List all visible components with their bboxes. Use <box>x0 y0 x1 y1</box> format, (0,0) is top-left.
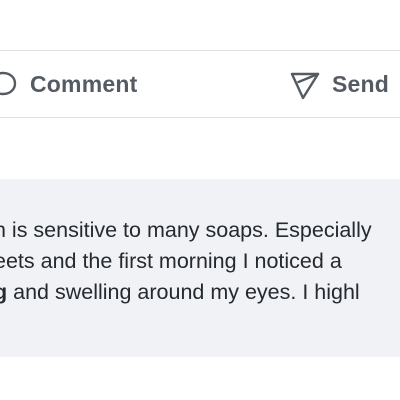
post-viewport: Comment Send n is sensitive to many soap… <box>0 0 400 400</box>
review-line-text: eets and the first morning I noticed a <box>0 249 342 273</box>
review-line: g and swelling around my eyes. I highl <box>0 277 400 308</box>
review-line: eets and the first morning I noticed a <box>0 246 400 277</box>
review-line-text: n is sensitive to many soaps. Especially <box>0 218 372 242</box>
comment-button[interactable]: Comment <box>0 51 137 117</box>
review-line-text: and swelling around my eyes. I highl <box>7 280 360 304</box>
review-text-box: n is sensitive to many soaps. Especially… <box>0 179 400 357</box>
comment-bubble-icon <box>0 67 20 101</box>
post-action-bar: Comment Send <box>0 50 400 118</box>
review-text: n is sensitive to many soaps. Especially… <box>0 215 400 308</box>
review-line: n is sensitive to many soaps. Especially <box>0 215 400 246</box>
send-label: Send <box>332 70 390 97</box>
send-button[interactable]: Send <box>288 51 389 117</box>
comment-label: Comment <box>30 70 138 97</box>
send-paper-plane-icon <box>288 67 322 101</box>
